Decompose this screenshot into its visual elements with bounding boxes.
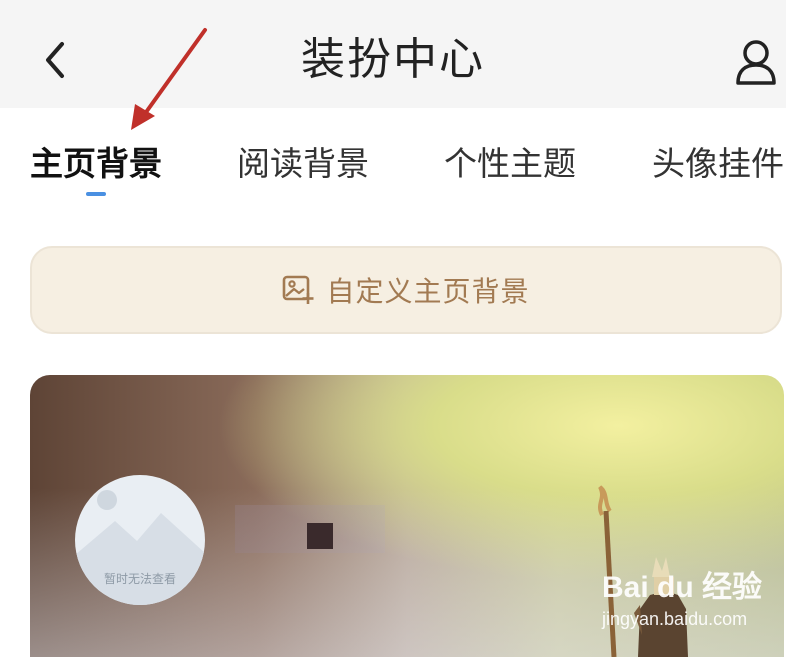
page-title: 装扮中心 xyxy=(301,35,485,84)
custom-home-background-label: 自定义主页背景 xyxy=(326,276,530,307)
tab-home-background[interactable]: 主页背景 xyxy=(30,144,162,184)
avatar-caption: 暂时无法查看 xyxy=(103,572,176,586)
top-bar: 装扮中心 xyxy=(0,0,786,108)
baidu-watermark: Bai du 经验 jingyan.baidu.com xyxy=(602,570,784,650)
user-icon xyxy=(736,40,776,85)
tab-personal-theme[interactable]: 个性主题 xyxy=(444,144,576,184)
tab-avatar-pendant[interactable]: 头像挂件 xyxy=(652,144,784,184)
tab-reading-background[interactable]: 阅读背景 xyxy=(237,144,369,184)
home-background-preview[interactable]: 暂时无法查看 Bai du 经验 jingyan.baidu.com xyxy=(30,375,784,657)
avatar: 暂时无法查看 xyxy=(75,475,205,605)
profile-button[interactable] xyxy=(728,34,784,90)
active-tab-indicator xyxy=(86,192,106,196)
custom-home-background-button[interactable]: 自定义主页背景 xyxy=(30,246,782,334)
blurred-username xyxy=(235,505,385,553)
watermark-url: jingyan.baidu.com xyxy=(602,609,748,629)
watermark-brand: Bai du 经验 xyxy=(602,571,763,604)
annotation-arrow-icon xyxy=(131,28,207,130)
category-tabs: 主页背景 阅读背景 个性主题 头像挂件 xyxy=(0,128,786,208)
image-add-icon xyxy=(283,275,314,304)
